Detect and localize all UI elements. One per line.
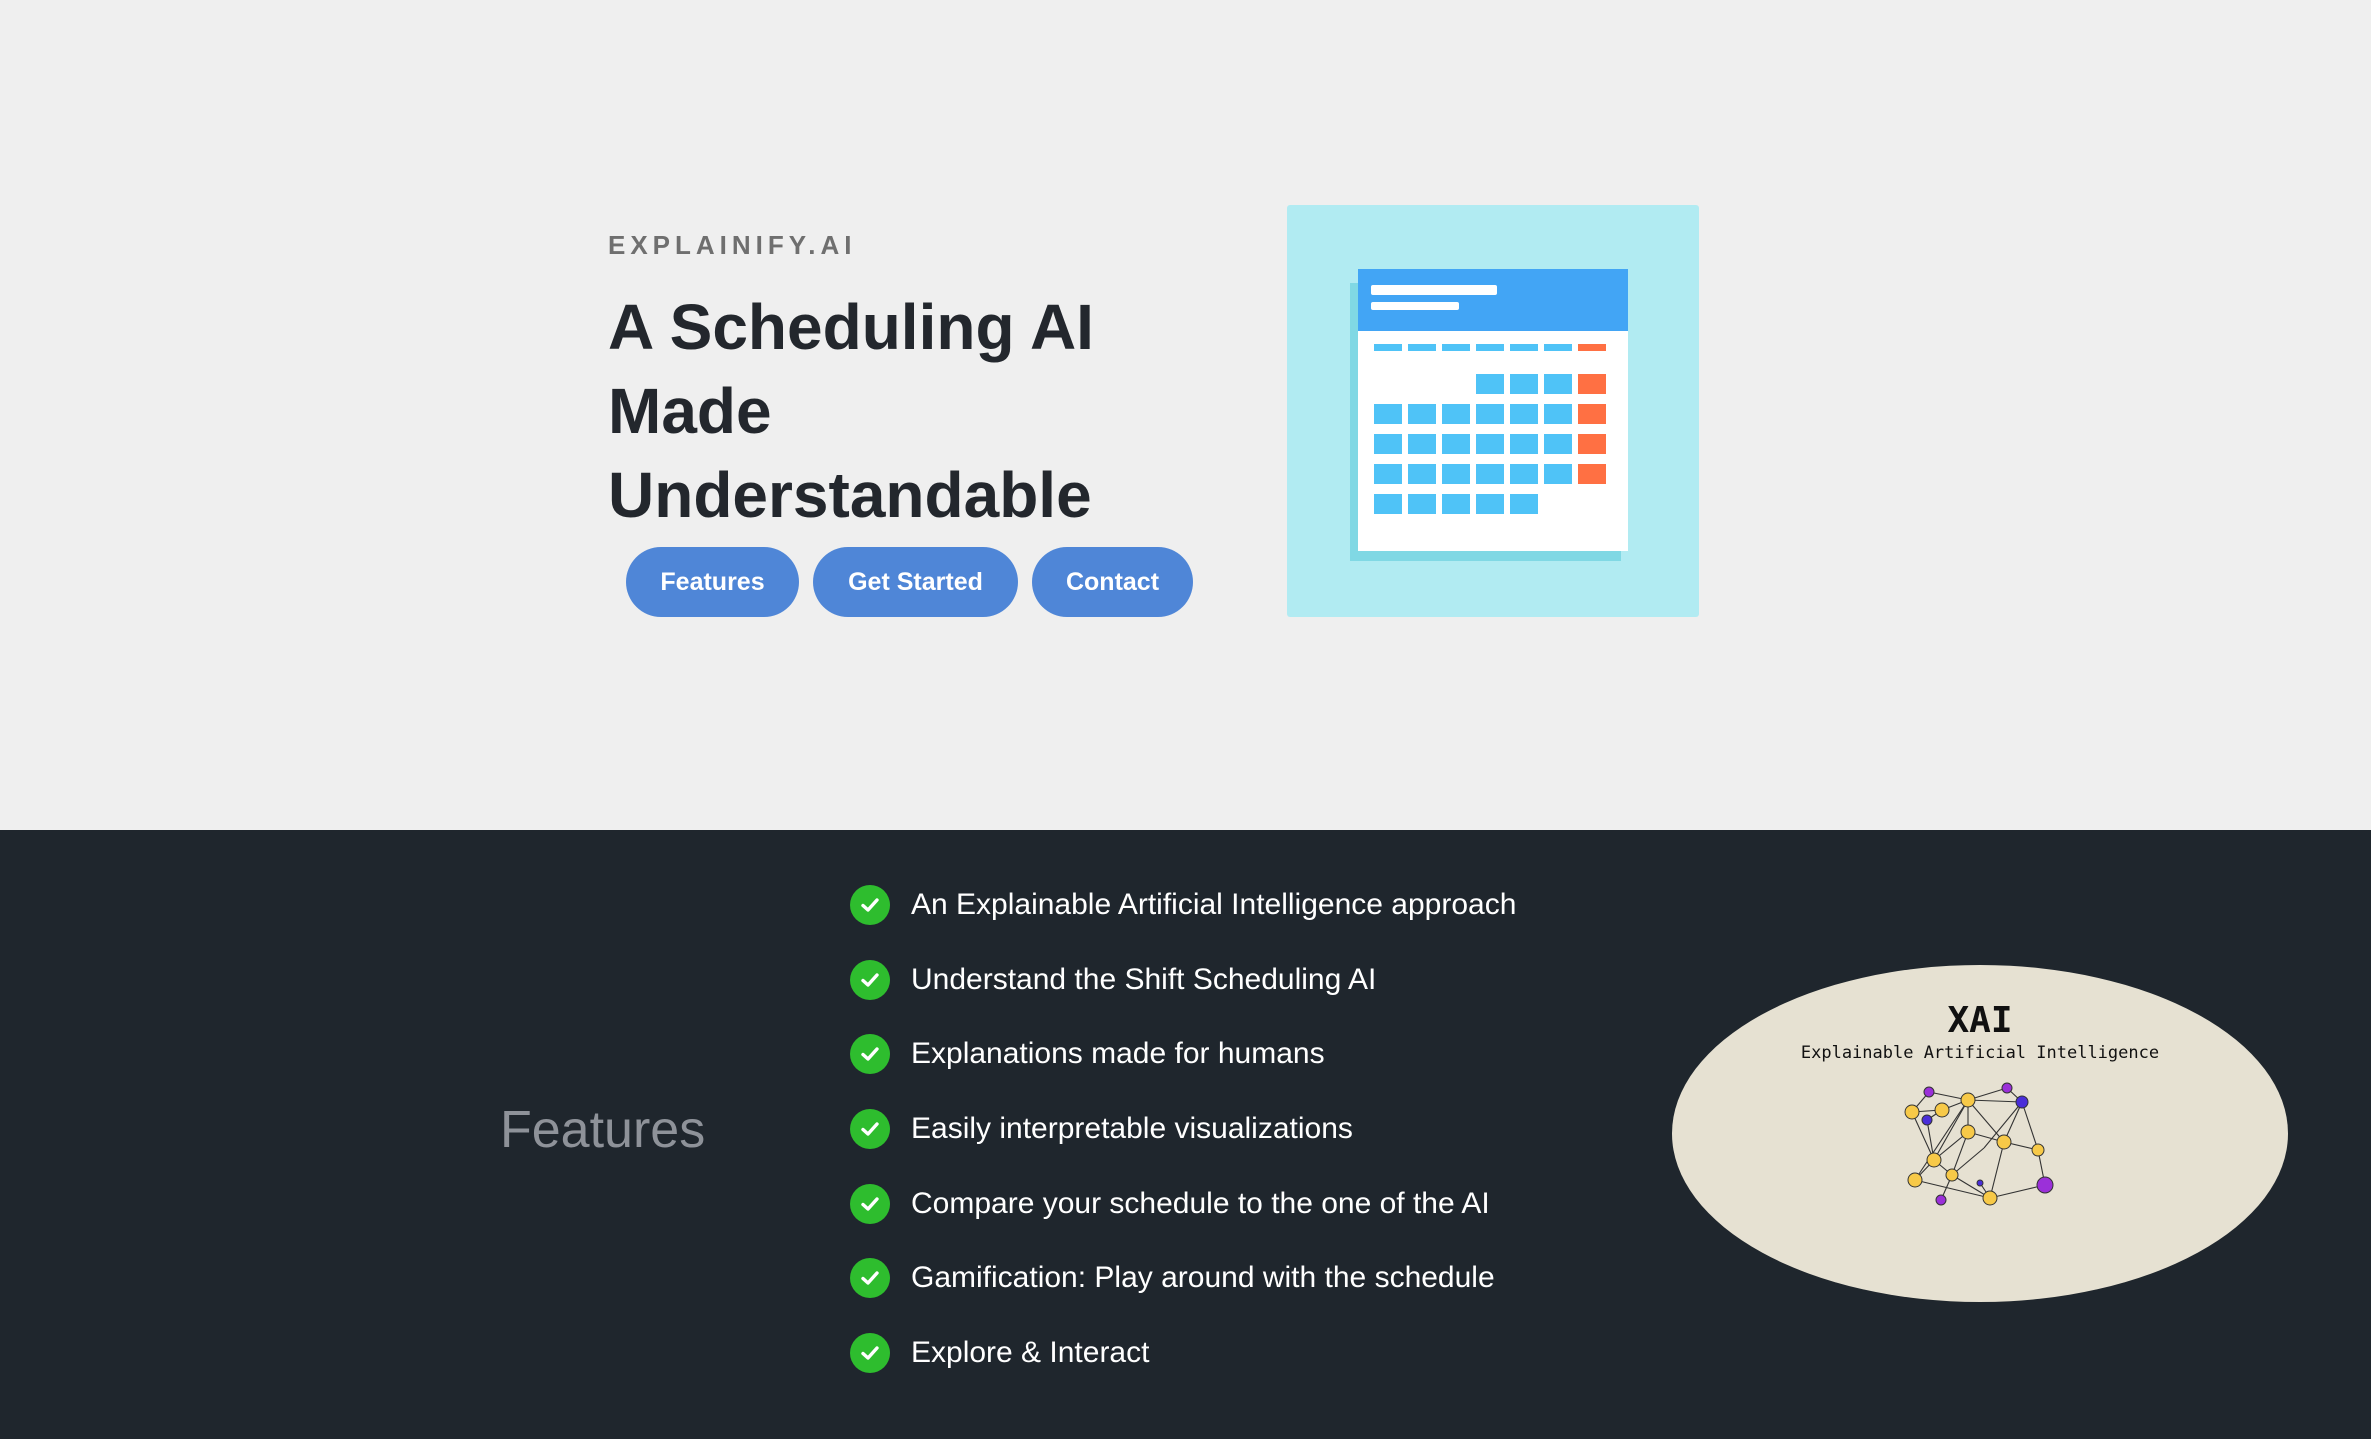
calendar-day-cell	[1578, 434, 1606, 454]
calendar-day-cell	[1578, 464, 1606, 484]
xai-illustration: XAI Explainable Artificial Intelligence	[1672, 965, 2288, 1302]
feature-item: An Explainable Artificial Intelligence a…	[850, 868, 1516, 943]
features-title: Features	[500, 1101, 706, 1159]
calendar-weekday-mark	[1578, 344, 1606, 351]
feature-text: Gamification: Play around with the sched…	[911, 1261, 1495, 1295]
feature-text: Compare your schedule to the one of the …	[911, 1186, 1490, 1220]
calendar-day-cell	[1408, 404, 1436, 424]
calendar-day-cell	[1510, 464, 1538, 484]
feature-item: Easily interpretable visualizations	[850, 1092, 1516, 1167]
feature-text: An Explainable Artificial Intelligence a…	[911, 888, 1517, 922]
checkmark-icon	[850, 1109, 890, 1150]
features-section: Features An Explainable Artificial Intel…	[0, 830, 2371, 1439]
feature-text: Explanations made for humans	[911, 1037, 1325, 1071]
calendar-day-cell	[1544, 434, 1572, 454]
feature-list: An Explainable Artificial Intelligence a…	[850, 868, 1516, 1390]
calendar-day-cell	[1476, 374, 1504, 394]
calendar-day-cell	[1510, 404, 1538, 424]
checkmark-icon	[850, 1183, 890, 1224]
calendar-day-cell	[1374, 494, 1402, 514]
hero-section: EXPLAINIFY.AI A Scheduling AI Made Under…	[0, 0, 2371, 830]
feature-text: Explore & Interact	[911, 1335, 1150, 1369]
hero-headline: A Scheduling AI Made Understandable	[608, 291, 1094, 531]
calendar-day-cell	[1544, 464, 1572, 484]
hero-buttons: Features Get Started Contact	[626, 547, 1193, 617]
feature-item: Compare your schedule to the one of the …	[850, 1166, 1516, 1241]
calendar-day-cell	[1408, 494, 1436, 514]
calendar-weekday-mark	[1374, 344, 1402, 351]
calendar-weekday-mark	[1408, 344, 1436, 351]
get-started-button[interactable]: Get Started	[813, 547, 1018, 617]
calendar-day-cell	[1476, 494, 1504, 514]
calendar-day-cell	[1510, 374, 1538, 394]
calendar-day-cell	[1408, 464, 1436, 484]
feature-item: Gamification: Play around with the sched…	[850, 1241, 1516, 1316]
calendar-weekday-mark	[1476, 344, 1504, 351]
calendar-day-cell	[1510, 494, 1538, 514]
calendar-day-cell	[1476, 464, 1504, 484]
calendar-day-cell	[1510, 434, 1538, 454]
calendar-day-cell	[1578, 404, 1606, 424]
calendar-weekday-mark	[1544, 344, 1572, 351]
calendar-day-cell	[1544, 374, 1572, 394]
calendar-icon	[1350, 269, 1628, 561]
calendar-day-cell	[1442, 494, 1470, 514]
calendar-day-cell	[1476, 434, 1504, 454]
features-button[interactable]: Features	[626, 547, 799, 617]
calendar-day-cell	[1442, 464, 1470, 484]
calendar-day-cell	[1408, 434, 1436, 454]
calendar-day-cell	[1374, 434, 1402, 454]
contact-button[interactable]: Contact	[1032, 547, 1193, 617]
checkmark-icon	[850, 959, 890, 1000]
calendar-day-cell	[1374, 464, 1402, 484]
calendar-day-cell	[1578, 374, 1606, 394]
calendar-day-cell	[1442, 404, 1470, 424]
calendar-day-cell	[1544, 404, 1572, 424]
feature-item: Explanations made for humans	[850, 1017, 1516, 1092]
neural-network-icon	[1904, 1082, 2054, 1206]
feature-text: Understand the Shift Scheduling AI	[911, 962, 1377, 996]
feature-item: Understand the Shift Scheduling AI	[850, 943, 1516, 1018]
feature-text: Easily interpretable visualizations	[911, 1112, 1353, 1146]
calendar-illustration	[1287, 205, 1699, 617]
checkmark-icon	[850, 1258, 890, 1299]
xai-title: XAI	[1947, 1000, 2013, 1041]
calendar-day-cell	[1442, 434, 1470, 454]
feature-item: Explore & Interact	[850, 1316, 1516, 1391]
brand-name: EXPLAINIFY.AI	[608, 230, 857, 260]
xai-subtitle: Explainable Artificial Intelligence	[1800, 1043, 2160, 1063]
calendar-day-cell	[1476, 404, 1504, 424]
calendar-day-cell	[1374, 404, 1402, 424]
checkmark-icon	[850, 1034, 890, 1075]
checkmark-icon	[850, 1332, 890, 1373]
calendar-weekday-mark	[1510, 344, 1538, 351]
calendar-weekday-mark	[1442, 344, 1470, 351]
checkmark-icon	[850, 885, 890, 926]
